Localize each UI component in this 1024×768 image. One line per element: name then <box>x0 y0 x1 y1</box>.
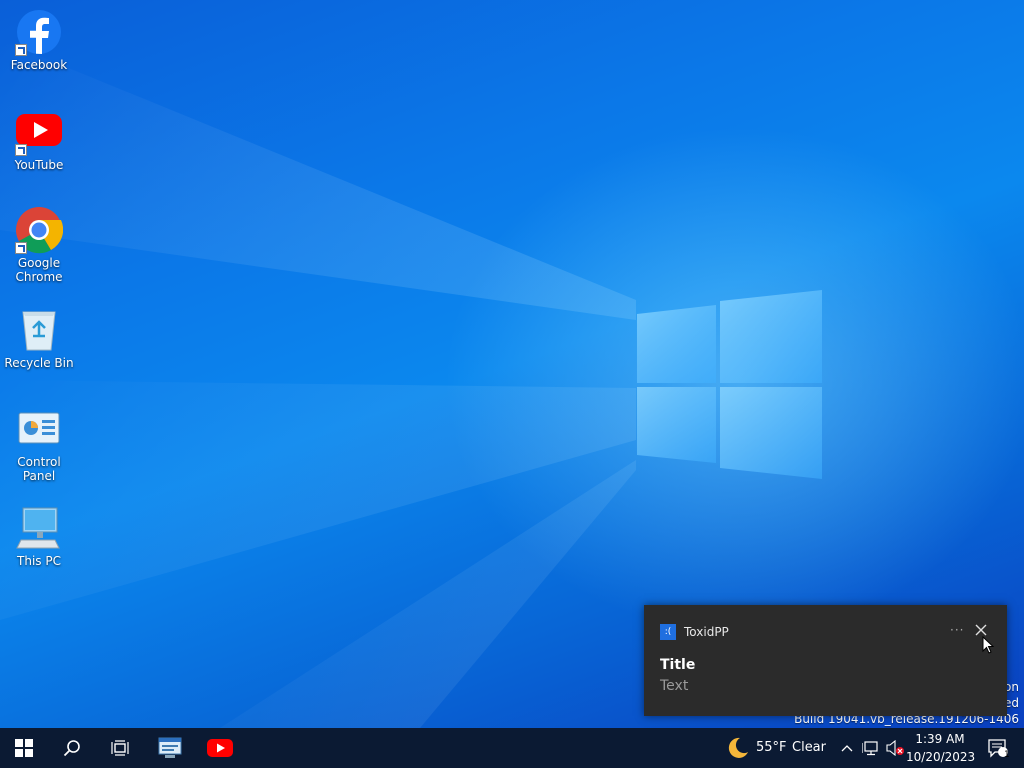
computer-window-icon <box>158 737 182 758</box>
taskbar-app-youtube[interactable] <box>196 728 244 768</box>
toast-notification[interactable]: :( ToxidPP ··· Title Text <box>644 605 1007 716</box>
toast-text: Text <box>660 678 689 694</box>
desktop-icon-label: Facebook <box>10 58 68 72</box>
search-button[interactable] <box>48 728 96 768</box>
desktop-icon-label: Google Chrome <box>15 256 63 284</box>
task-view-icon <box>111 740 129 756</box>
toast-title: Title <box>660 657 696 673</box>
desktop-icon-google-chrome[interactable]: Google Chrome <box>0 206 78 284</box>
clock-date: 10/20/2023 <box>906 750 976 764</box>
weather-condition: Clear <box>792 740 826 755</box>
weather-widget[interactable]: 55°F Clear <box>722 728 830 768</box>
taskbar: 55°F Clear 1:39 AM 10/20/2023 1 <box>0 728 1024 768</box>
recycle-bin-icon <box>22 311 56 351</box>
shortcut-arrow-icon <box>15 44 27 56</box>
app-icon: :( <box>660 624 676 640</box>
windows-start-icon <box>15 739 33 757</box>
chevron-up-icon <box>841 745 853 752</box>
desktop-icon-label: Recycle Bin <box>4 356 74 370</box>
youtube-icon <box>207 739 233 757</box>
desktop-icon-this-pc[interactable]: This PC <box>0 504 78 568</box>
notification-count-badge: 1 <box>1004 750 1010 760</box>
taskbar-app-network-tool[interactable] <box>146 728 194 768</box>
computer-icon <box>16 507 60 549</box>
volume-muted-icon <box>886 740 904 756</box>
shortcut-arrow-icon <box>15 144 27 156</box>
desktop-icon-recycle-bin[interactable]: Recycle Bin <box>0 306 78 370</box>
network-icon <box>862 741 878 756</box>
moon-icon <box>728 737 748 758</box>
toast-app-name: ToxidPP <box>684 625 729 639</box>
desktop-icon-label: YouTube <box>14 158 64 172</box>
weather-temp: 55°F <box>756 740 787 755</box>
toast-app-header: :( ToxidPP <box>660 624 729 640</box>
clock-time: 1:39 AM <box>915 732 965 746</box>
clock-button[interactable]: 1:39 AM 10/20/2023 <box>906 728 976 768</box>
start-button[interactable] <box>0 728 48 768</box>
network-button[interactable] <box>860 728 882 768</box>
action-center-button[interactable]: 1 <box>978 728 1018 768</box>
desktop-icon-facebook[interactable]: Facebook <box>0 8 78 72</box>
shortcut-arrow-icon <box>15 242 27 254</box>
more-options-button[interactable]: ··· <box>950 623 964 637</box>
search-icon <box>63 740 80 757</box>
show-hidden-icons-button[interactable] <box>838 728 856 768</box>
volume-button[interactable] <box>884 728 906 768</box>
mouse-cursor-icon <box>982 636 995 654</box>
desktop-icon-control-panel[interactable]: Control Panel <box>0 405 78 483</box>
desktop-icon-label: This PC <box>17 554 61 568</box>
desktop-icon-youtube[interactable]: YouTube <box>0 108 78 172</box>
desktop-icon-label: Control Panel <box>17 455 61 483</box>
control-panel-icon <box>18 412 60 444</box>
task-view-button[interactable] <box>96 728 144 768</box>
